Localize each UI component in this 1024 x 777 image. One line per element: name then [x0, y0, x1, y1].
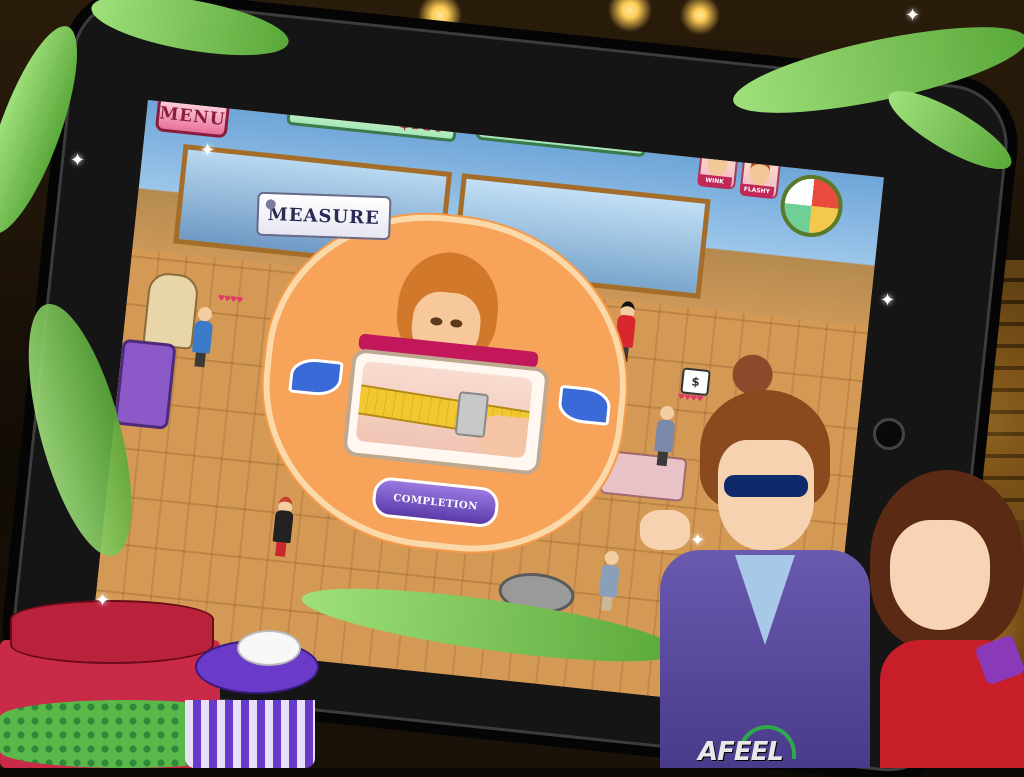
measuring-tape-panel[interactable]: [341, 347, 551, 476]
pointing-hand: [640, 510, 690, 550]
customer-head: [197, 306, 213, 322]
gift-box-lid: [10, 600, 214, 664]
completion-label: COMPLETION: [392, 492, 479, 513]
model-eye: [430, 316, 443, 326]
purple-gift-box: [185, 630, 319, 768]
fabric-roll-stand[interactable]: [142, 271, 200, 350]
mascot-woman-character: [870, 470, 1024, 768]
white-bow: [237, 630, 301, 666]
sunglasses-icon: [724, 475, 808, 497]
sewing-cabinet[interactable]: [113, 338, 177, 430]
customer-outfit: [598, 563, 620, 598]
customer-outfit: [191, 320, 214, 354]
gift-box-body: [185, 700, 315, 768]
woman-face: [890, 520, 990, 630]
measuring-area: [355, 360, 533, 459]
publisher-logo: AFEEL: [698, 725, 808, 767]
patience-hearts: ♥♥♥♥: [217, 293, 243, 305]
menu-label: MENU: [158, 103, 227, 131]
sparkle-icon: ✦: [70, 150, 86, 171]
measure-title: MEASURE: [267, 203, 381, 229]
tape-measure-case[interactable]: [454, 391, 490, 439]
sparkle-icon: ✦: [95, 590, 111, 611]
measure-title-tag: MEASURE: [256, 191, 392, 241]
sparkle-icon: ✦: [905, 5, 921, 26]
sparkle-icon: ✦: [880, 290, 896, 311]
sparkle-icon: ✦: [200, 140, 216, 161]
customer-head: [603, 550, 620, 566]
measure-popup: MEASURE COMPLETION: [254, 191, 636, 561]
model-eye: [449, 318, 463, 329]
customer-legs: [601, 596, 613, 612]
customer-legs: [194, 352, 206, 368]
logo-text: AFEEL: [698, 737, 784, 767]
request-symbol: $: [690, 374, 701, 390]
gift-box-lid: [195, 630, 319, 694]
mascot-man-character: [640, 390, 890, 768]
customer-legs: [275, 541, 287, 557]
sparkle-icon: ✦: [690, 530, 706, 551]
